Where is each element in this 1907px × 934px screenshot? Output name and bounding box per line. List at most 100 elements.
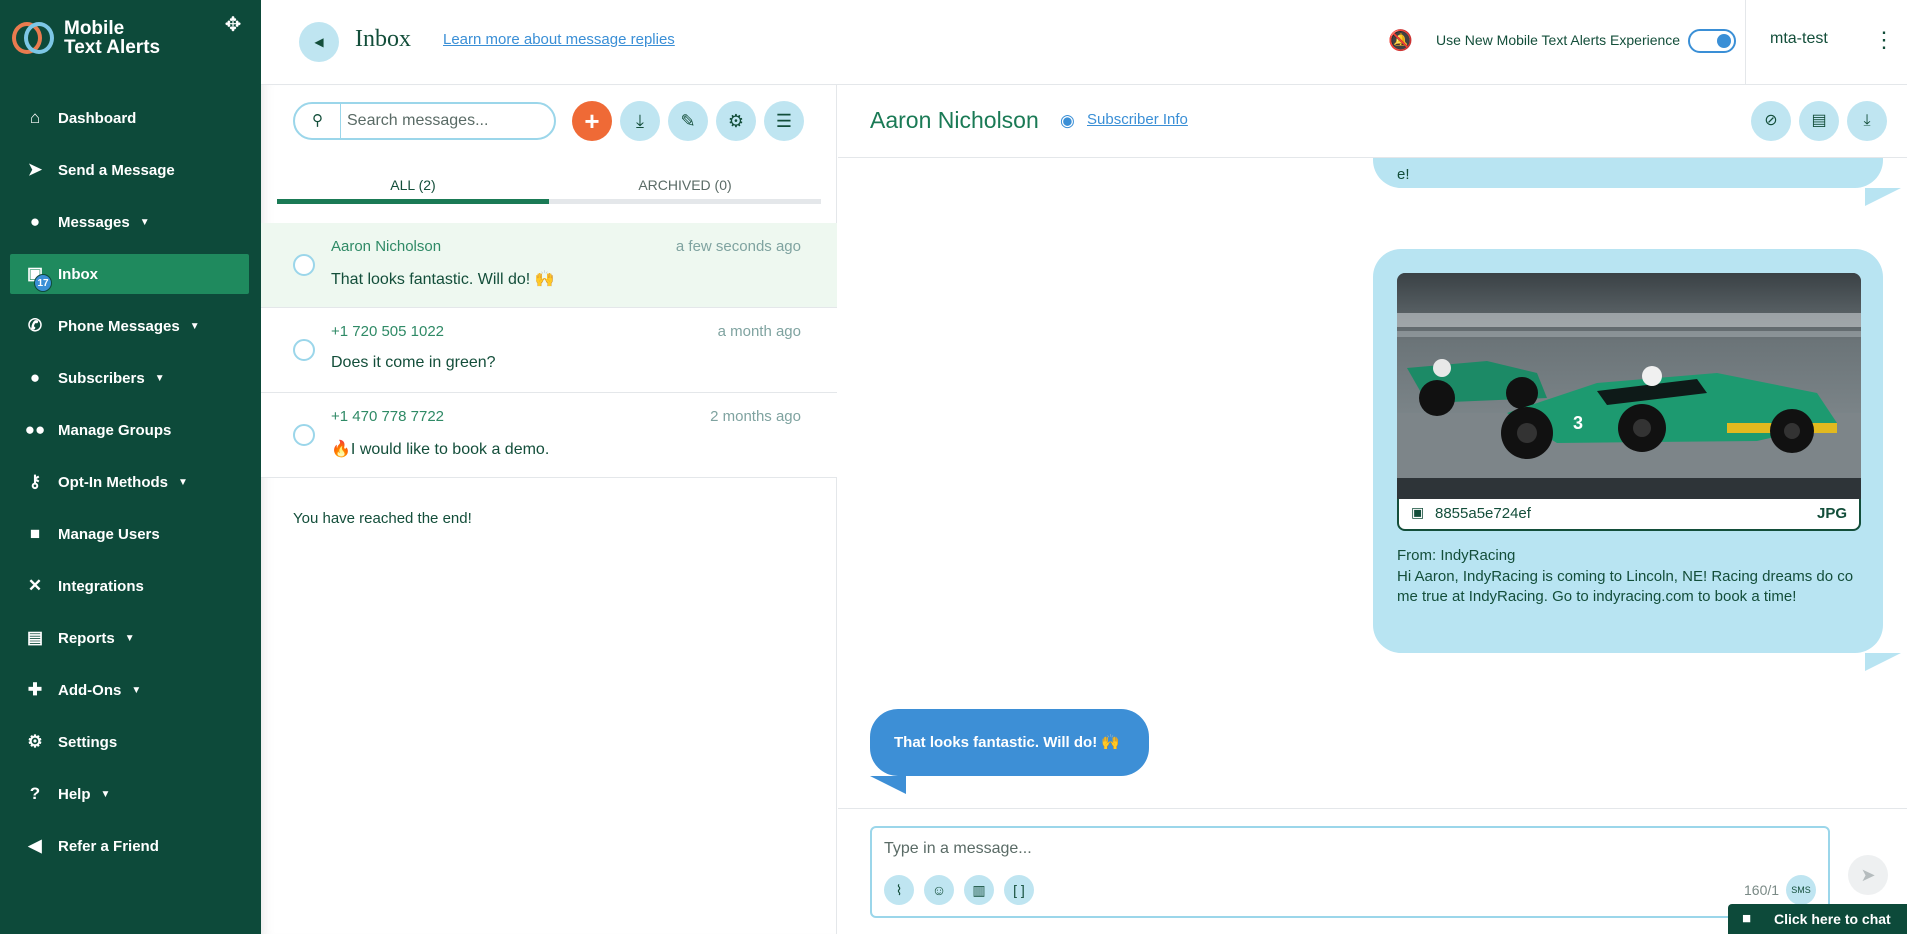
attachment-file-name: 8855a5e724ef [1435, 505, 1531, 522]
sidebar-item-dashboard[interactable]: ⌂ Dashboard [10, 98, 249, 138]
sidebar-item-label: Manage Users [58, 525, 160, 543]
paperclip-icon: ⌇ [895, 882, 903, 898]
download-button[interactable]: ⤓ [620, 101, 660, 141]
download-icon: ⤓ [1863, 112, 1871, 129]
new-message-button[interactable]: + [572, 101, 612, 141]
sidebar-item-help[interactable]: ? Help ▼ [10, 774, 249, 814]
caret-down-icon: ▼ [124, 632, 135, 644]
message-preview: That looks fantastic. Will do! 🙌 [331, 271, 555, 288]
message-sender: Aaron Nicholson [331, 238, 442, 255]
select-radio[interactable] [293, 339, 315, 361]
merge-tags-button[interactable]: [ ] [1004, 875, 1034, 905]
caret-down-icon: ▼ [100, 788, 111, 800]
message-from: From: IndyRacing [1397, 547, 1516, 564]
download-conversation-button[interactable]: ⤓ [1847, 101, 1887, 141]
notifications-off-icon[interactable]: 🔕 [1388, 28, 1413, 54]
end-of-list-text: You have reached the end! [293, 510, 472, 527]
message-text: e! [1397, 166, 1410, 183]
subscriber-info-link[interactable]: Subscriber Info [1087, 111, 1188, 128]
inbox-settings-button[interactable]: ⚙ [716, 101, 756, 141]
brackets-icon: [ ] [1013, 882, 1025, 898]
sidebar-item-label: Manage Groups [58, 421, 172, 439]
sidebar-item-manage-groups[interactable]: ●● Manage Groups [10, 410, 249, 450]
sidebar-item-inbox[interactable]: ▣ 17 Inbox [10, 254, 249, 294]
sidebar-item-label: Reports [58, 629, 115, 647]
sidebar-item-subscribers[interactable]: ● Subscribers ▼ [10, 358, 249, 398]
search-input[interactable] [347, 110, 547, 132]
brand-line-2: Text Alerts [64, 37, 161, 58]
sidebar-item-label: Messages [58, 213, 130, 231]
new-experience-toggle[interactable] [1688, 29, 1736, 53]
sidebar-item-integrations[interactable]: ✕ Integrations [10, 566, 249, 606]
caret-down-icon: ▼ [139, 216, 150, 228]
list-item[interactable]: +1 470 778 7722 2 months ago 🔥I would li… [261, 393, 837, 478]
more-options-icon[interactable]: ⋮ [1873, 28, 1895, 52]
attachment-file-bar[interactable]: ▣ 8855a5e724ef JPG [1397, 499, 1861, 531]
chat-icon: ■ [1742, 910, 1752, 927]
phone-icon: ✆ [27, 316, 43, 335]
user-menu-name[interactable]: mta-test [1770, 30, 1828, 48]
clipboard-icon: ▥ [972, 882, 986, 898]
chat-bubble-icon: ● [29, 212, 41, 231]
sidebar-item-opt-in-methods[interactable]: ⚷ Opt-In Methods ▼ [10, 462, 249, 502]
sidebar-item-label: Send a Message [58, 161, 175, 179]
sidebar-item-messages[interactable]: ● Messages ▼ [10, 202, 249, 242]
send-button[interactable]: ➤ [1848, 855, 1888, 895]
message-preview: 🔥I would like to book a demo. [331, 441, 550, 458]
send-icon: ➤ [27, 160, 43, 179]
sidebar-item-label: Refer a Friend [58, 837, 159, 855]
sms-type-badge[interactable]: SMS [1786, 875, 1816, 905]
help-icon: ? [29, 784, 41, 803]
brand-logo[interactable]: Mobile Text Alerts [10, 18, 160, 58]
caret-down-icon: ▼ [154, 372, 165, 384]
sidebar-item-reports[interactable]: ▤ Reports ▼ [10, 618, 249, 658]
sidebar-item-settings[interactable]: ⚙ Settings [10, 722, 249, 762]
message-input[interactable] [884, 838, 1584, 860]
list-item[interactable]: +1 720 505 1022 a month ago Does it come… [261, 308, 837, 393]
chat-widget-label: Click here to chat [1774, 911, 1891, 927]
outgoing-message-bubble: That looks fantastic. Will do! 🙌 [870, 709, 1149, 794]
select-radio[interactable] [293, 424, 315, 446]
sidebar-item-label: Phone Messages [58, 317, 180, 335]
tab-all[interactable]: ALL (2) [277, 170, 549, 204]
list-item[interactable]: Aaron Nicholson a few seconds ago That l… [261, 223, 837, 308]
block-chat-button[interactable]: ⊘ [1751, 101, 1791, 141]
learn-more-link[interactable]: Learn more about message replies [443, 31, 675, 48]
collapse-sidebar-button[interactable]: ◀ [299, 22, 339, 62]
message-sender: +1 470 778 7722 [331, 408, 445, 425]
select-radio[interactable] [293, 254, 315, 276]
filter-button[interactable]: ☰ [764, 101, 804, 141]
race-car-image[interactable]: 3 [1397, 273, 1861, 499]
sidebar-item-add-ons[interactable]: ✚ Add-Ons ▼ [10, 670, 249, 710]
report-icon: ▤ [26, 628, 44, 647]
plus-icon: + [584, 106, 600, 136]
caret-left-icon: ◀ [314, 35, 324, 49]
sliders-icon: ☰ [775, 111, 793, 131]
sidebar-item-label: Dashboard [58, 109, 137, 127]
chat-widget-button[interactable]: ■ Click here to chat [1728, 904, 1907, 934]
key-icon: ⚷ [28, 472, 42, 491]
search-box: ⚲ [293, 102, 556, 140]
sidebar-item-send-a-message[interactable]: ➤ Send a Message [10, 150, 249, 190]
sidebar-item-refer-a-friend[interactable]: ◀ Refer a Friend [10, 826, 249, 866]
sidebar: Mobile Text Alerts ✥ ⌂ Dashboard ➤ Send … [0, 0, 261, 934]
sidebar-item-label: Help [58, 785, 91, 803]
sidebar-item-label: Integrations [58, 577, 144, 595]
send-icon: ➤ [1860, 865, 1876, 885]
emoji-button[interactable]: ☺ [924, 875, 954, 905]
message-time: a few seconds ago [675, 238, 801, 255]
sidebar-item-manage-users[interactable]: ■ Manage Users [10, 514, 249, 554]
conversation-thread[interactable]: e! 3 ▣ 8855a5e724ef JPG From: IndyRacing… [838, 158, 1907, 808]
message-text: That looks fantastic. Will do! 🙌 [894, 734, 1121, 751]
sidebar-item-phone-messages[interactable]: ✆ Phone Messages ▼ [10, 306, 249, 346]
mark-messages-button[interactable]: ✎ [668, 101, 708, 141]
caret-down-icon: ▼ [177, 476, 188, 488]
conversation-header: Aaron Nicholson ◉ Subscriber Info ⊘ ▤ ⤓ [838, 85, 1907, 158]
move-icon[interactable]: ✥ [222, 14, 244, 36]
tab-archived[interactable]: ARCHIVED (0) [549, 170, 821, 204]
archive-button[interactable]: ▤ [1799, 101, 1839, 141]
search-icon: ⚲ [295, 104, 341, 138]
brand-line-1: Mobile [64, 18, 125, 39]
templates-button[interactable]: ▥ [964, 875, 994, 905]
attach-button[interactable]: ⌇ [884, 875, 914, 905]
